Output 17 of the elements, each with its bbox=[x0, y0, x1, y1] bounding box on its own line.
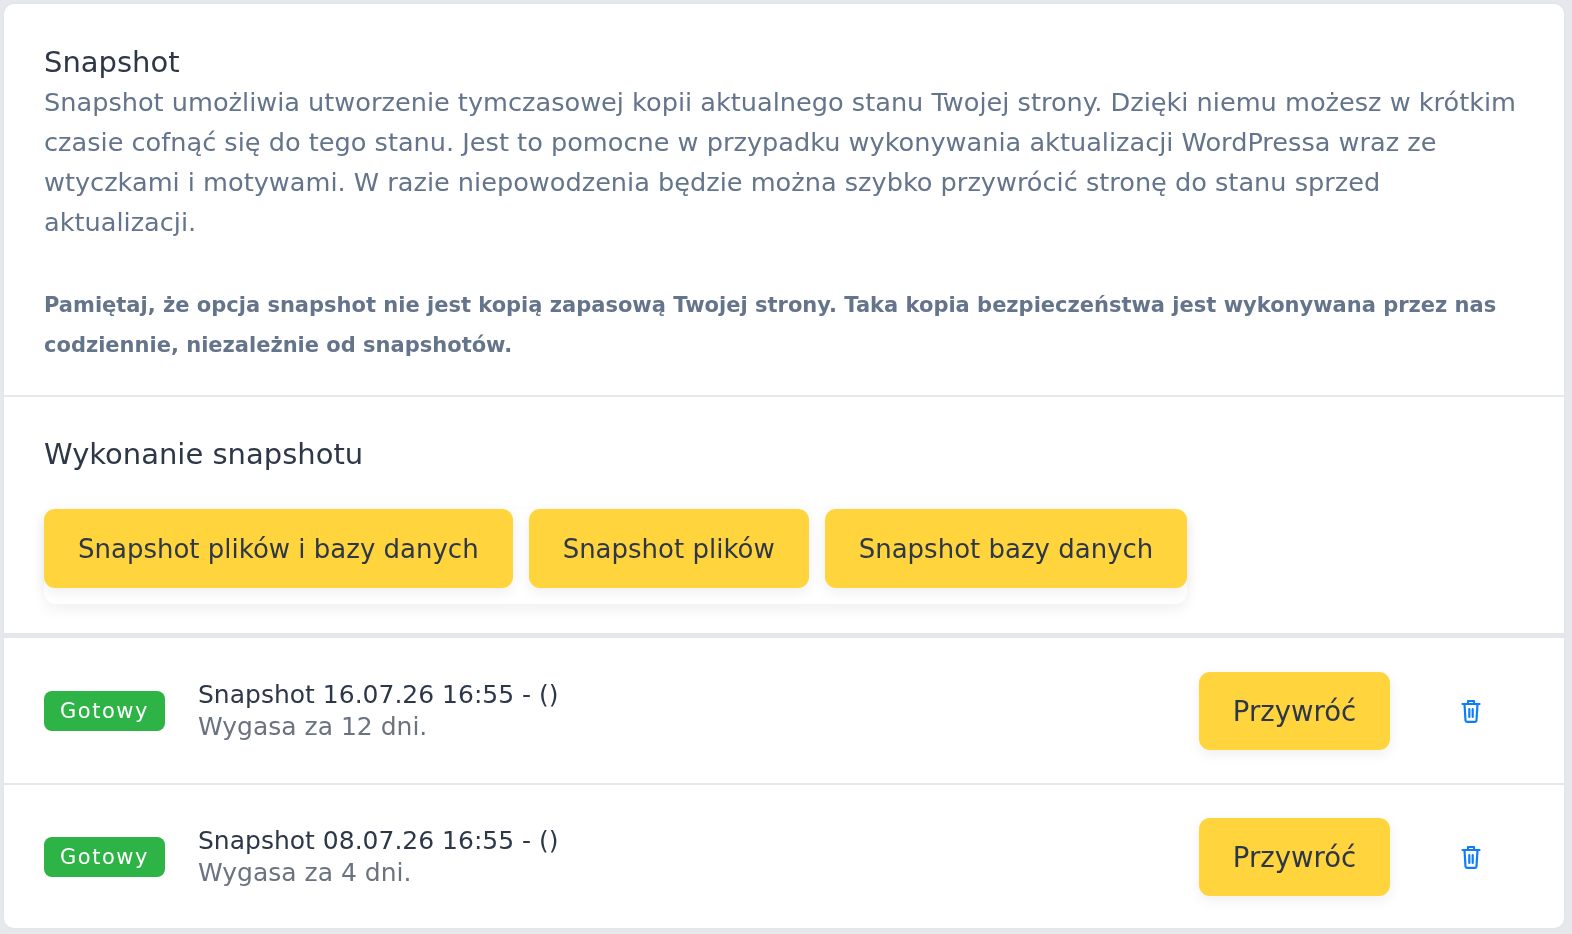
note-text: Pamiętaj, że opcja snapshot nie jest kopią zapasową Twojej strony. Taka kopia bezpieczeństwa jest wykonywana przez nas codziennie, niezależnie od snapshotów. bbox=[44, 292, 1498, 359]
status-badge: Gotowy bbox=[44, 690, 165, 731]
snapshot-title: Snapshot 08.07.26 16:55 - () bbox=[198, 824, 560, 857]
section-title: Snapshot bbox=[44, 44, 181, 81]
snapshot-button[interactable]: Snapshot plików i bazy danych bbox=[44, 509, 513, 588]
trash-icon bbox=[1461, 844, 1481, 869]
restore-button[interactable]: Przywróć bbox=[1199, 671, 1390, 750]
snapshot-button[interactable]: Snapshot bazy danych bbox=[824, 509, 1188, 588]
expiry-text: Wygasa za 12 dni. bbox=[198, 710, 429, 743]
expiry-text: Wygasa za 4 dni. bbox=[198, 856, 413, 889]
restore-button[interactable]: Przywróć bbox=[1199, 817, 1390, 896]
section-title: Wykonanie snapshotu bbox=[44, 436, 365, 473]
snapshot-title: Snapshot 16.07.26 16:55 - () bbox=[198, 678, 560, 711]
status-badge: Gotowy bbox=[44, 836, 165, 877]
trash-icon bbox=[1461, 698, 1481, 723]
description-text: Snapshot umożliwia utworzenie tymczasowej kopii aktualnego stanu Twojej strony. Dzięki niemu możesz w krótkim czasie cofnąć się do tego stanu. Jest to pomocne w przypadku wykonywania aktualizacji WordPressa wraz ze wtyczkami i motywami. W razie niepowodzenia będzie można szybko przywrócić stronę do stanu sprzed aktualizacji. bbox=[44, 86, 1518, 239]
snapshot-button[interactable]: Snapshot plików bbox=[528, 509, 809, 588]
